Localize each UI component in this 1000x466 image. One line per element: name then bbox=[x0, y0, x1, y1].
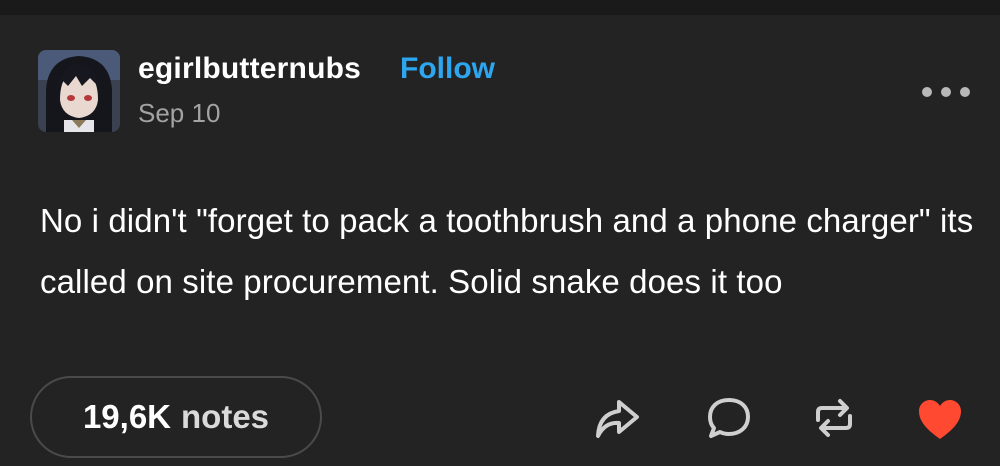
reply-icon[interactable] bbox=[705, 394, 753, 442]
share-icon[interactable] bbox=[593, 394, 641, 442]
notes-button[interactable]: 19,6K notes bbox=[30, 376, 322, 458]
post-date[interactable]: Sep 10 bbox=[138, 98, 220, 129]
more-icon[interactable] bbox=[922, 78, 970, 106]
more-dot bbox=[922, 87, 932, 97]
top-divider bbox=[0, 0, 1000, 15]
post-body: No i didn't "forget to pack a toothbrush… bbox=[40, 202, 974, 300]
more-dot bbox=[941, 87, 951, 97]
follow-button[interactable]: Follow bbox=[400, 52, 495, 86]
notes-count: 19,6K bbox=[82, 398, 172, 435]
notes-label: notes bbox=[181, 398, 270, 435]
avatar[interactable] bbox=[38, 50, 120, 132]
reblog-icon[interactable] bbox=[810, 394, 858, 442]
more-dot bbox=[960, 87, 970, 97]
heart-icon[interactable] bbox=[916, 396, 964, 444]
tumblr-post: egirlbutternubs Follow Sep 10 No i didn'… bbox=[0, 0, 1000, 466]
username[interactable]: egirlbutternubs bbox=[138, 52, 361, 86]
